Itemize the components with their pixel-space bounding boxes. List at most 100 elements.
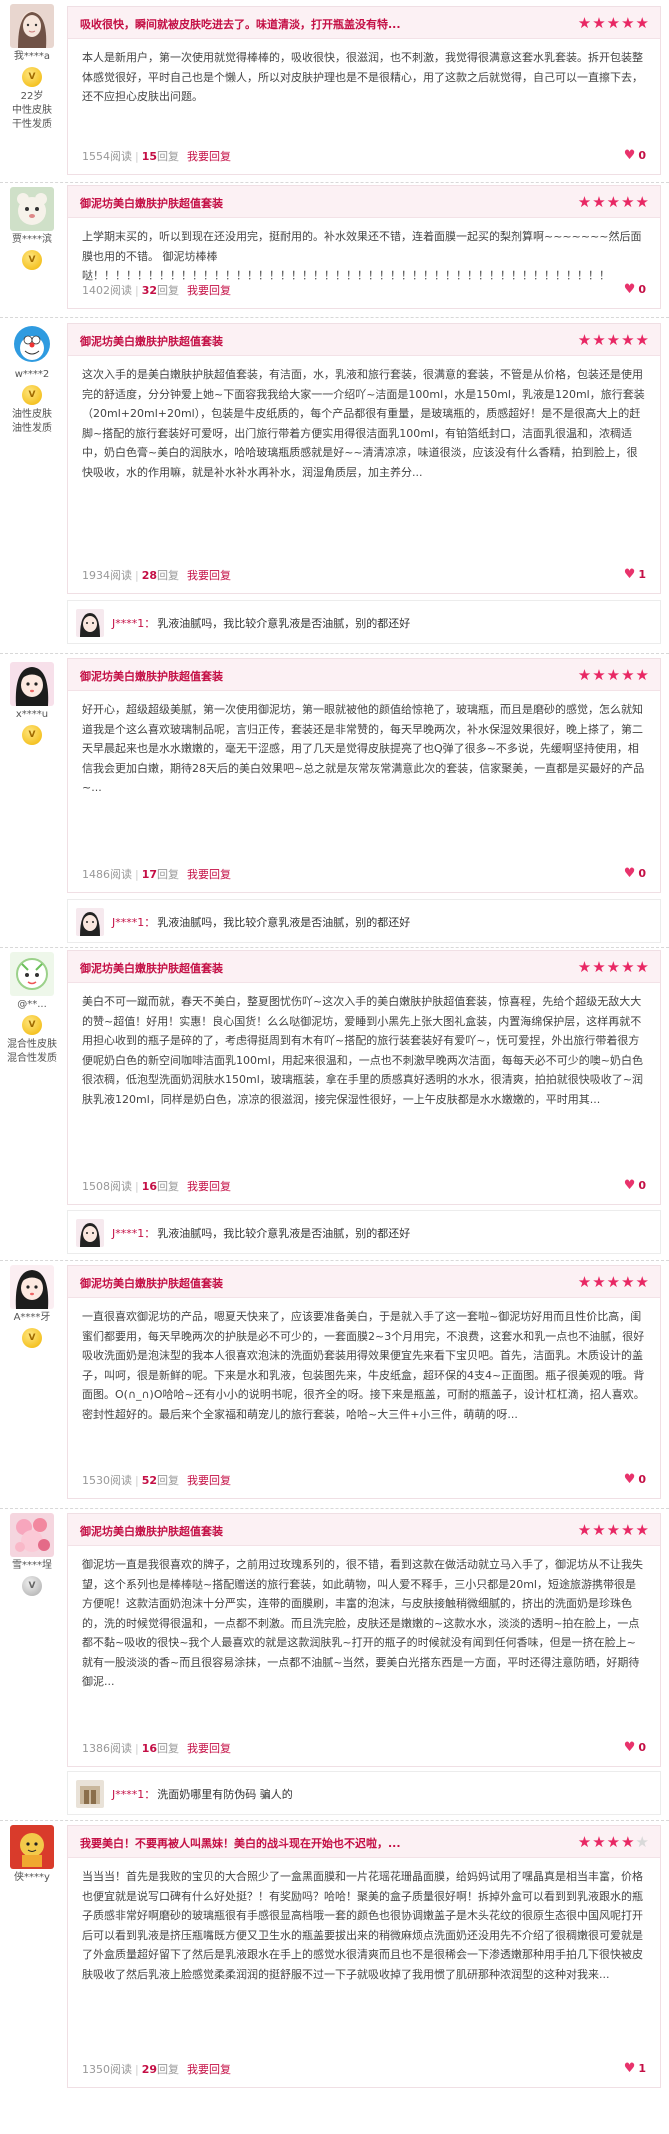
- like-count: 1: [638, 568, 646, 581]
- reply-count[interactable]: 16: [142, 1742, 157, 1755]
- reply-author[interactable]: J****1：: [112, 1227, 155, 1240]
- like-button[interactable]: ♥ 0: [624, 1472, 646, 1487]
- reviewer-info: 雪****埕 V: [4, 1513, 60, 1599]
- avatar[interactable]: [10, 952, 54, 996]
- review-item: x****u V 御泥坊美白嫩肤护肤超值套装 ★★★★★ 好开心，超级超级美腻，…: [0, 654, 669, 948]
- reply-avatar[interactable]: [76, 908, 104, 936]
- reply-button[interactable]: 我要回复: [187, 1742, 231, 1755]
- reply-count[interactable]: 28: [142, 569, 157, 582]
- like-button[interactable]: ♥ 0: [624, 1740, 646, 1755]
- heart-icon: ♥: [623, 2061, 636, 2076]
- reply-count[interactable]: 52: [142, 1474, 157, 1487]
- view-count: 1934阅读: [82, 569, 132, 582]
- review-header: 御泥坊美白嫩肤护肤超值套装 ★★★★★: [68, 186, 660, 218]
- reply-author[interactable]: J****1：: [112, 1788, 155, 1801]
- review-card: 御泥坊美白嫩肤护肤超值套装 ★★★★★ 御泥坊一直是我很喜欢的牌子，之前用过玫瑰…: [67, 1513, 661, 1767]
- reply-button[interactable]: 我要回复: [187, 284, 231, 297]
- review-footer: 1486阅读 | 17回复 我要回复 ♥ 0: [82, 866, 646, 881]
- review-title[interactable]: 我要美白！不要再被人叫黑妹！美白的战斗现在开始也不迟啦，...: [80, 1835, 401, 1851]
- review-header: 御泥坊美白嫩肤护肤超值套装 ★★★★★: [68, 324, 660, 356]
- reply-count-label: 回复: [157, 2063, 180, 2076]
- rating-stars: ★★★★★: [577, 1273, 650, 1291]
- review-body: 这次入手的是美白嫩肤护肤超值套装，有洁面，水，乳液和旅行套装，很满意的套装，不管…: [82, 368, 645, 479]
- avatar[interactable]: [10, 4, 54, 48]
- avatar[interactable]: [10, 1825, 54, 1869]
- review-title[interactable]: 御泥坊美白嫩肤护肤超值套装: [80, 1275, 223, 1291]
- vip-badge-icon: V: [22, 1576, 42, 1596]
- reply-button[interactable]: 我要回复: [187, 2063, 231, 2076]
- reviewer-info: 我****a V 22岁 中性皮肤 干性发质: [4, 4, 60, 132]
- review-footer: 1350阅读 | 29回复 我要回复 ♥ 1: [82, 2061, 646, 2076]
- like-button[interactable]: ♥ 0: [624, 866, 646, 881]
- reviews-page: { "reviews": [ { "user": {"name": "我****…: [0, 0, 669, 2134]
- reply-count[interactable]: 16: [142, 1180, 157, 1193]
- reviewer-name[interactable]: @**...: [4, 998, 60, 1012]
- heart-icon: ♥: [623, 148, 636, 163]
- review-title[interactable]: 御泥坊美白嫩肤护肤超值套装: [80, 333, 223, 349]
- reply-count[interactable]: 32: [142, 284, 157, 297]
- reply-avatar[interactable]: [76, 609, 104, 637]
- reviewer-name[interactable]: A****牙: [4, 1311, 60, 1325]
- review-body: 上学期末买的，听以到现在还没用完，挺耐用的。补水效果还不错，连着面膜一起买的梨剂…: [82, 230, 642, 282]
- reply-count[interactable]: 17: [142, 868, 157, 881]
- avatar[interactable]: [10, 662, 54, 706]
- like-button[interactable]: ♥ 1: [624, 567, 646, 582]
- vip-badge-icon: V: [22, 1328, 42, 1348]
- review-item: @**... V 混合性皮肤 混合性发质 御泥坊美白嫩肤护肤超值套装 ★★★★★…: [0, 948, 669, 1261]
- view-count: 1486阅读: [82, 868, 132, 881]
- reviewer-name[interactable]: 我****a: [4, 50, 60, 64]
- reply-count[interactable]: 15: [142, 150, 157, 163]
- reviewer-name[interactable]: w****2: [4, 368, 60, 382]
- review-item: w****2 V 油性皮肤 油性发质 御泥坊美白嫩肤护肤超值套装 ★★★★★ 这…: [0, 318, 669, 654]
- review-body: 一直很喜欢御泥坊的产品，嗯夏天快来了，应该要准备美白，于是就入手了这一套啦~御泥…: [82, 1310, 645, 1421]
- like-button[interactable]: ♥ 0: [624, 148, 646, 163]
- reply-button[interactable]: 我要回复: [187, 1474, 231, 1487]
- like-button[interactable]: ♥ 0: [624, 282, 646, 297]
- reviewer-name[interactable]: 贾****滨: [4, 233, 60, 247]
- review-title[interactable]: 御泥坊美白嫩肤护肤超值套装: [80, 1523, 223, 1539]
- like-count: 0: [638, 867, 646, 880]
- view-count: 1530阅读: [82, 1474, 132, 1487]
- reviewer-name[interactable]: 侠****y: [4, 1871, 60, 1885]
- avatar[interactable]: [10, 187, 54, 231]
- rating-stars: ★★★★★: [577, 331, 650, 349]
- heart-icon: ♥: [623, 866, 636, 881]
- reply-avatar[interactable]: [76, 1219, 104, 1247]
- vip-badge-icon: V: [22, 67, 42, 87]
- vip-badge-icon: V: [22, 725, 42, 745]
- avatar[interactable]: [10, 1513, 54, 1557]
- review-header: 吸收很快，瞬间就被皮肤吃进去了。味道清淡，打开瓶盖没有特... ★★★★★: [68, 7, 660, 39]
- reply-author[interactable]: J****1：: [112, 617, 155, 630]
- review-title[interactable]: 吸收很快，瞬间就被皮肤吃进去了。味道清淡，打开瓶盖没有特...: [80, 16, 401, 32]
- avatar[interactable]: [10, 1265, 54, 1309]
- review-title[interactable]: 御泥坊美白嫩肤护肤超值套装: [80, 960, 223, 976]
- like-button[interactable]: ♥ 1: [624, 2061, 646, 2076]
- reply-author[interactable]: J****1：: [112, 916, 155, 929]
- avatar[interactable]: [10, 322, 54, 366]
- reply-button[interactable]: 我要回复: [187, 868, 231, 881]
- reply-button[interactable]: 我要回复: [187, 1180, 231, 1193]
- like-count: 0: [638, 1741, 646, 1754]
- reviewer-skin-type: 混合性皮肤: [7, 1039, 57, 1050]
- review-body: 美白不可一蹴而就，春天不美白，整夏图忧伤吖~这次入手的美白嫩肤护肤超值套装，惊喜…: [82, 995, 643, 1106]
- reply-avatar[interactable]: [76, 1780, 104, 1808]
- review-card: 御泥坊美白嫩肤护肤超值套装 ★★★★★ 上学期末买的，听以到现在还没用完，挺耐用…: [67, 185, 661, 309]
- rating-stars: ★★★★★: [577, 666, 650, 684]
- reply-button[interactable]: 我要回复: [187, 150, 231, 163]
- vip-badge-icon: V: [22, 250, 42, 270]
- review-body: 御泥坊一直是我很喜欢的牌子，之前用过玫瑰系列的，很不错，看到这款在做活动就立马入…: [82, 1558, 643, 1688]
- heart-icon: ♥: [623, 1472, 636, 1487]
- review-title[interactable]: 御泥坊美白嫩肤护肤超值套装: [80, 668, 223, 684]
- review-title[interactable]: 御泥坊美白嫩肤护肤超值套装: [80, 195, 223, 211]
- reviewer-info: x****u V: [4, 662, 60, 748]
- reviewer-info: 贾****滨 V: [4, 187, 60, 273]
- reviewer-name[interactable]: x****u: [4, 708, 60, 722]
- reviewer-info: w****2 V 油性皮肤 油性发质: [4, 322, 60, 436]
- reply-button[interactable]: 我要回复: [187, 569, 231, 582]
- reply-count[interactable]: 29: [142, 2063, 157, 2076]
- review-item: 侠****y 我要美白！不要再被人叫黑妹！美白的战斗现在开始也不迟啦，... ★…: [0, 1821, 669, 2134]
- reviewer-name[interactable]: 雪****埕: [4, 1559, 60, 1573]
- review-header: 御泥坊美白嫩肤护肤超值套装 ★★★★★: [68, 1514, 660, 1546]
- reply-text: 乳液油腻吗，我比较介意乳液是否油腻，别的都还好: [157, 617, 411, 630]
- like-button[interactable]: ♥ 0: [624, 1178, 646, 1193]
